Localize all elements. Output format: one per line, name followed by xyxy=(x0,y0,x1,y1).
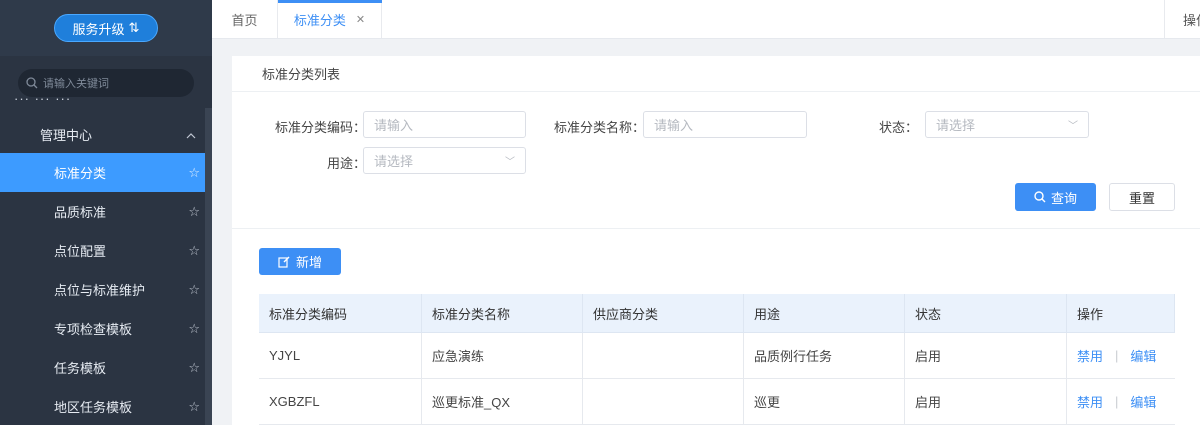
column-header: 标准分类编码 xyxy=(259,294,422,332)
status-placeholder: 请选择 xyxy=(936,118,976,133)
table-row: XGBZFL 巡更标准_QX 巡更 启用 禁用 | 编辑 xyxy=(259,379,1175,425)
add-label: 新增 xyxy=(295,255,322,270)
close-icon[interactable]: ✕ xyxy=(356,13,365,26)
star-icon[interactable]: ☆ xyxy=(188,321,200,337)
reset-label: 重置 xyxy=(1128,190,1155,206)
disable-link[interactable]: 禁用 xyxy=(1077,392,1103,411)
sort-icon: ⇅ xyxy=(128,20,140,35)
cell-status: 启用 xyxy=(905,379,1067,424)
star-icon[interactable]: ☆ xyxy=(188,243,200,259)
query-label: 查询 xyxy=(1050,190,1077,206)
table-row: YJYL 应急演练 品质例行任务 启用 禁用 | 编辑 xyxy=(259,333,1175,379)
star-icon[interactable]: ☆ xyxy=(188,204,200,220)
tab-home[interactable]: 首页 xyxy=(212,0,278,38)
cell-name: 应急演练 xyxy=(422,333,583,378)
main-panel: 标准分类列表 标准分类编码： 请输入 标准分类名称： 请输入 状态： 请选择 ﹀… xyxy=(232,56,1200,425)
column-header: 用途 xyxy=(744,294,905,332)
sidebar-item-task-template[interactable]: 任务模板 ☆ xyxy=(0,348,212,387)
tab-ops-label: 操作 xyxy=(1183,12,1200,28)
cell-actions: 禁用 | 编辑 xyxy=(1067,379,1175,424)
sidebar-search-input[interactable]: 请输入关键词 xyxy=(18,69,194,97)
name-input[interactable]: 请输入 xyxy=(643,111,807,138)
sidebar-item-special-template[interactable]: 专项检查模板 ☆ xyxy=(0,309,212,348)
column-header: 状态 xyxy=(905,294,1067,332)
name-placeholder: 请输入 xyxy=(654,118,694,133)
cell-supplier xyxy=(583,379,744,424)
code-placeholder: 请输入 xyxy=(374,118,414,133)
page-title: 标准分类列表 xyxy=(232,56,1200,92)
upgrade-label: 服务升级 xyxy=(72,21,125,37)
add-button[interactable]: 新增 xyxy=(259,248,341,275)
cell-usage: 品质例行任务 xyxy=(744,333,905,378)
cell-usage: 巡更 xyxy=(744,379,905,424)
usage-label: 用途： xyxy=(326,156,366,171)
name-label: 标准分类名称： xyxy=(553,120,645,135)
code-label: 标准分类编码： xyxy=(274,120,366,135)
upgrade-button[interactable]: 服务升级 ⇅ xyxy=(54,14,158,42)
sidebar-search-placeholder: 请输入关键词 xyxy=(43,78,109,90)
reset-button[interactable]: 重置 xyxy=(1109,183,1175,211)
sidebar-group-management[interactable]: 管理中心 xyxy=(0,116,212,153)
table-header: 标准分类编码 标准分类名称 供应商分类 用途 状态 操作 xyxy=(259,294,1175,333)
star-icon[interactable]: ☆ xyxy=(188,399,200,415)
sidebar-cut-label: ··· ··· ··· xyxy=(14,97,72,106)
sidebar: 服务升级 ⇅ 请输入关键词 ··· ··· ··· 管理中心 标准分类 ☆ 品质… xyxy=(0,0,212,425)
cell-name: 巡更标准_QX xyxy=(422,379,583,424)
sidebar-item-label: 品质标准 xyxy=(54,205,107,220)
edit-icon xyxy=(278,256,290,268)
column-header: 标准分类名称 xyxy=(422,294,583,332)
edit-link[interactable]: 编辑 xyxy=(1130,346,1156,365)
action-separator: | xyxy=(1115,348,1119,363)
sidebar-item-label: 点位配置 xyxy=(54,244,107,259)
action-separator: | xyxy=(1115,394,1119,409)
star-icon[interactable]: ☆ xyxy=(188,360,200,376)
edit-link[interactable]: 编辑 xyxy=(1130,392,1156,411)
search-icon xyxy=(1034,191,1046,203)
sidebar-cut-header: ··· ··· ··· xyxy=(0,97,212,116)
tab-current-label: 标准分类 xyxy=(293,12,346,28)
status-label: 状态： xyxy=(878,120,918,135)
chevron-down-icon: ﹀ xyxy=(1068,121,1078,132)
sidebar-item-label: 地区任务模板 xyxy=(54,400,133,415)
sidebar-item-point-config[interactable]: 点位配置 ☆ xyxy=(0,231,212,270)
chevron-down-icon: ﹀ xyxy=(505,157,515,168)
column-header: 供应商分类 xyxy=(583,294,744,332)
query-button[interactable]: 查询 xyxy=(1015,183,1096,211)
sidebar-item-standard-category[interactable]: 标准分类 ☆ xyxy=(0,153,212,192)
cell-status: 启用 xyxy=(905,333,1067,378)
disable-link[interactable]: 禁用 xyxy=(1077,346,1103,365)
section-divider xyxy=(232,228,1200,229)
usage-select[interactable]: 请选择 ﹀ xyxy=(363,147,526,174)
data-table: 标准分类编码 标准分类名称 供应商分类 用途 状态 操作 YJYL 应急演练 品… xyxy=(259,294,1175,425)
cell-code: XGBZFL xyxy=(259,379,422,424)
tab-home-label: 首页 xyxy=(231,12,258,28)
sidebar-top: 服务升级 ⇅ xyxy=(0,0,212,56)
star-icon[interactable]: ☆ xyxy=(188,282,200,298)
sidebar-item-region-template[interactable]: 地区任务模板 ☆ xyxy=(0,387,212,425)
star-icon[interactable]: ☆ xyxy=(188,165,200,181)
status-select[interactable]: 请选择 ﹀ xyxy=(925,111,1089,138)
sidebar-item-label: 专项检查模板 xyxy=(54,322,133,337)
search-icon xyxy=(26,77,38,89)
sidebar-item-label: 点位与标准维护 xyxy=(54,283,146,298)
usage-placeholder: 请选择 xyxy=(374,154,414,169)
tab-bar: 首页 标准分类 ✕ 操作 xyxy=(212,0,1200,39)
sidebar-group-label: 管理中心 xyxy=(40,128,93,143)
sidebar-item-quality-standard[interactable]: 品质标准 ☆ xyxy=(0,192,212,231)
tab-operations-menu[interactable]: 操作 xyxy=(1164,0,1200,38)
sidebar-scrollbar[interactable] xyxy=(205,108,212,425)
chevron-up-icon xyxy=(186,127,196,142)
tab-standard-category[interactable]: 标准分类 ✕ xyxy=(278,0,382,38)
code-input[interactable]: 请输入 xyxy=(363,111,526,138)
sidebar-item-point-standard[interactable]: 点位与标准维护 ☆ xyxy=(0,270,212,309)
column-header: 操作 xyxy=(1067,294,1175,332)
cell-supplier xyxy=(583,333,744,378)
sidebar-item-label: 标准分类 xyxy=(54,166,107,181)
cell-actions: 禁用 | 编辑 xyxy=(1067,333,1175,378)
sidebar-item-label: 任务模板 xyxy=(54,361,107,376)
cell-code: YJYL xyxy=(259,333,422,378)
